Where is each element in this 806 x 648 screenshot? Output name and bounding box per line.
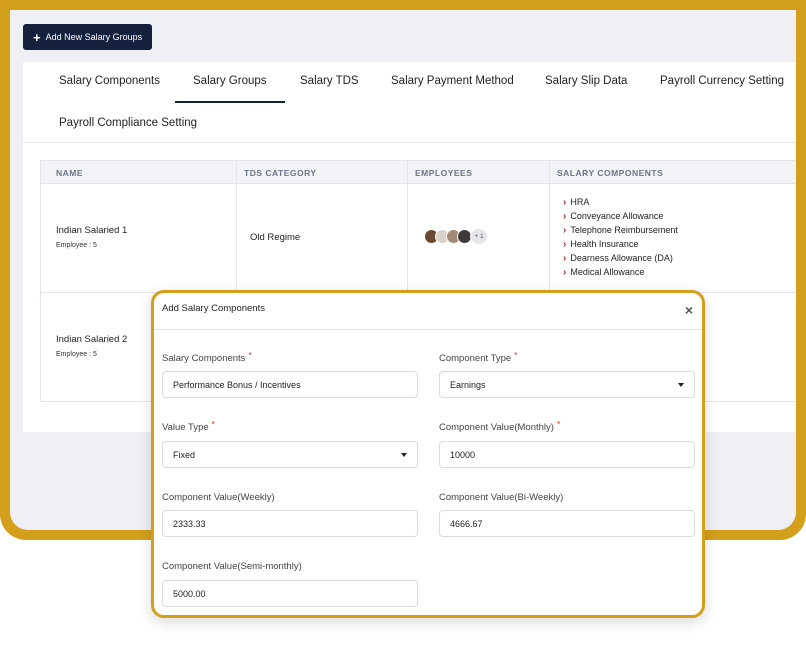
header-salary-components: SALARY COMPONENTS xyxy=(557,168,664,178)
salary-components-input[interactable] xyxy=(162,371,418,398)
table-row[interactable]: Indian Salaried 1 Employee : 5 Old Regim… xyxy=(40,184,796,293)
weekly-value-input[interactable] xyxy=(162,510,418,537)
salary-components-list: › HRA › Conveyance Allowance › Telephone Re… xyxy=(563,195,678,279)
semimonthly-value-input[interactable] xyxy=(162,580,418,607)
tab-payroll-compliance-setting[interactable]: Payroll Compliance Setting xyxy=(59,117,197,129)
plus-icon: + xyxy=(33,29,41,45)
header-name: NAME xyxy=(56,168,84,178)
value-type-select[interactable]: Fixed xyxy=(162,441,418,468)
list-item: › Medical Allowance xyxy=(563,265,678,279)
salary-components-label: Salary Components * xyxy=(162,351,252,364)
list-item: › Conveyance Allowance xyxy=(563,209,678,223)
tds-category: Old Regime xyxy=(250,232,301,243)
group-name: Indian Salaried 2 xyxy=(56,334,128,345)
tab-salary-groups[interactable]: Salary Groups xyxy=(175,75,284,103)
chevron-right-icon: › xyxy=(563,238,567,250)
chevron-right-icon: › xyxy=(563,266,567,278)
add-salary-group-button[interactable]: + Add New Salary Groups xyxy=(23,24,153,50)
add-salary-group-label: Add New Salary Groups xyxy=(45,32,143,42)
component-label: Medical Allowance xyxy=(570,267,645,277)
caret-down-icon xyxy=(678,382,684,387)
chevron-right-icon: › xyxy=(563,224,567,236)
component-label: HRA xyxy=(570,197,590,207)
semimonthly-value-label: Component Value(Semi-monthly) xyxy=(162,561,302,572)
biweekly-value-label: Component Value(Bi-Weekly) xyxy=(439,492,564,503)
chevron-right-icon: › xyxy=(563,210,567,222)
tab-salary-tds[interactable]: Salary TDS xyxy=(300,75,359,87)
list-item: › Health Insurance xyxy=(563,237,678,251)
add-salary-components-modal: Add Salary Components × Salary Component… xyxy=(151,290,705,618)
header-tds-category: TDS CATEGORY xyxy=(244,168,317,178)
component-label: Telephone Reimbursement xyxy=(570,225,678,235)
caret-down-icon xyxy=(401,452,407,457)
close-icon[interactable]: × xyxy=(685,302,693,318)
weekly-value-label: Component Value(Weekly) xyxy=(162,492,275,503)
employee-count: Employee : 5 xyxy=(56,351,97,358)
tab-payroll-currency-setting[interactable]: Payroll Currency Setting xyxy=(660,75,784,87)
value-type-value: Fixed xyxy=(173,449,196,460)
monthly-value-label: Component Value(Monthly) * xyxy=(439,420,561,433)
employee-avatars[interactable]: + 1 xyxy=(424,228,488,245)
component-label: Dearness Allowance (DA) xyxy=(570,253,673,263)
tab-salary-payment-method[interactable]: Salary Payment Method xyxy=(391,75,514,87)
modal-header: Add Salary Components × xyxy=(154,293,702,330)
more-avatars-badge: + 1 xyxy=(470,228,488,245)
component-label: Health Insurance xyxy=(570,239,639,249)
group-name: Indian Salaried 1 xyxy=(56,225,128,236)
monthly-value-input[interactable] xyxy=(439,441,695,468)
header-employees: EMPLOYEES xyxy=(415,168,473,178)
value-type-label: Value Type * xyxy=(162,420,215,433)
tab-salary-components[interactable]: Salary Components xyxy=(59,75,160,87)
modal-title: Add Salary Components xyxy=(162,303,265,314)
component-label: Conveyance Allowance xyxy=(570,211,664,221)
list-item: › Telephone Reimbursement xyxy=(563,223,678,237)
component-type-label: Component Type * xyxy=(439,351,518,364)
tab-salary-slip-data[interactable]: Salary Slip Data xyxy=(545,75,627,87)
table-header: NAME TDS CATEGORY EMPLOYEES SALARY COMPO… xyxy=(40,160,796,184)
chevron-right-icon: › xyxy=(563,196,567,208)
list-item: › HRA xyxy=(563,195,678,209)
component-type-value: Earnings xyxy=(450,379,486,390)
component-type-select[interactable]: Earnings xyxy=(439,371,695,398)
employee-count: Employee : 5 xyxy=(56,242,97,249)
list-item: › Dearness Allowance (DA) xyxy=(563,251,678,265)
biweekly-value-input[interactable] xyxy=(439,510,695,537)
tab-bar: Salary Components Salary Groups Salary T… xyxy=(23,62,796,143)
chevron-right-icon: › xyxy=(563,252,567,264)
